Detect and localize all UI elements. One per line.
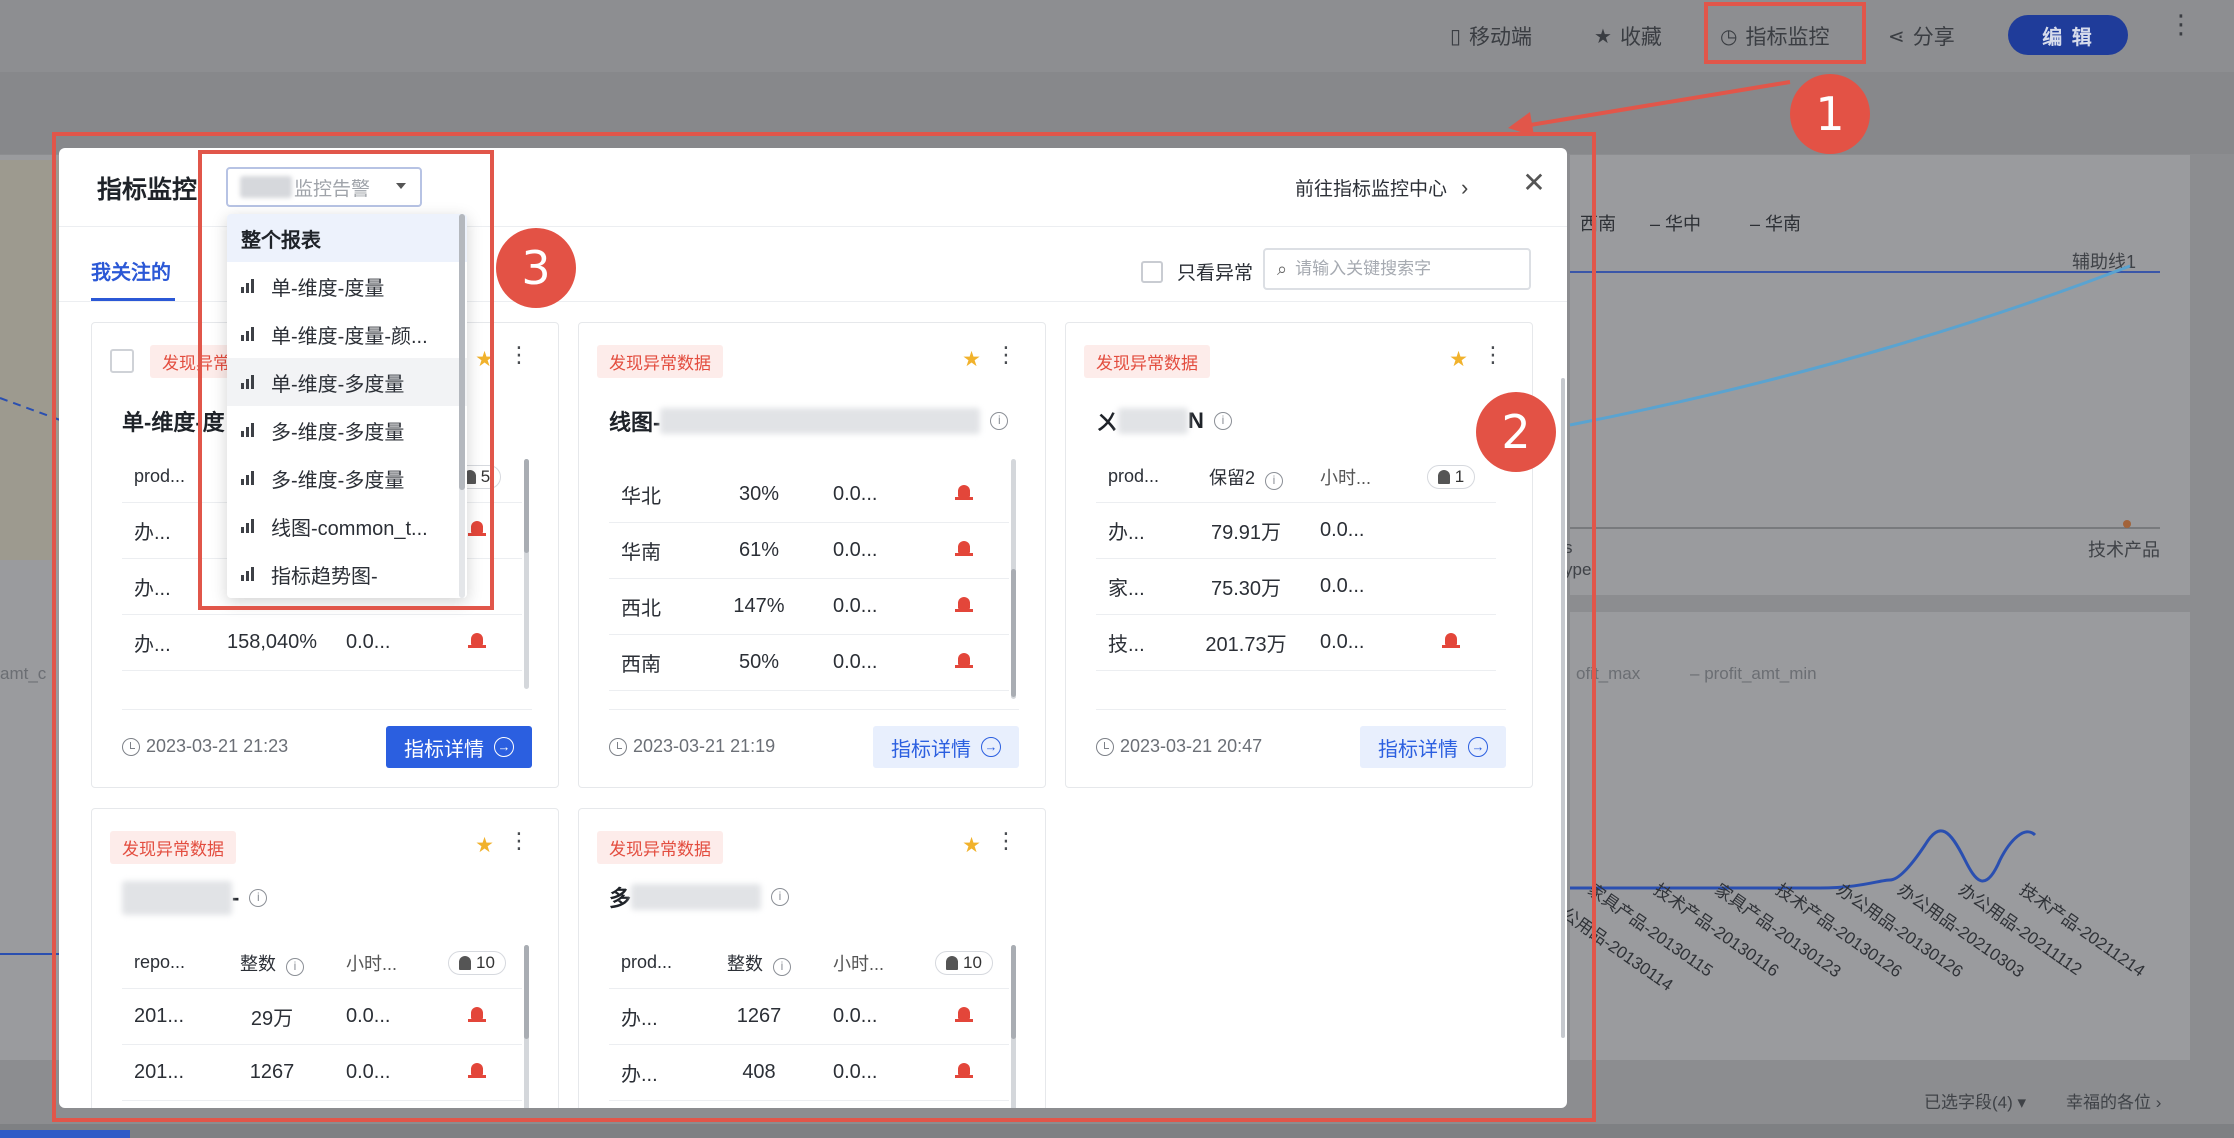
annotation-badge-3: 3 (496, 228, 576, 308)
annotation-badge-2: 2 (1476, 392, 1556, 472)
annotation-arrow (1508, 80, 1791, 136)
annotation-badge-1: 1 (1790, 74, 1870, 154)
